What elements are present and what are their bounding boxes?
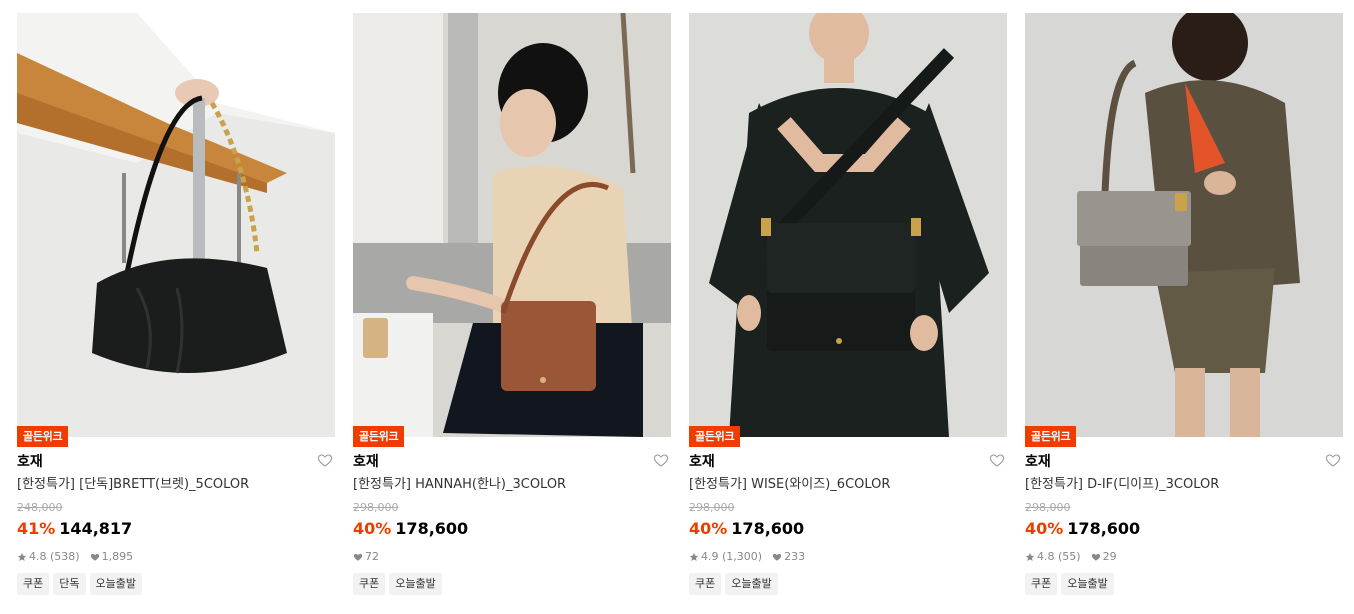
brand-name[interactable]: 호재: [353, 454, 379, 470]
event-badge: 골든위크: [353, 426, 405, 447]
product-image-link[interactable]: [353, 13, 671, 437]
brand-row: 호재: [1025, 451, 1343, 471]
original-price: 298,000: [689, 501, 735, 514]
brand-name[interactable]: 호재: [1025, 454, 1051, 470]
product-card[interactable]: 골든위크 호재 [한정특가] [단독]BRETT(브렛)_5COLOR 248,…: [17, 13, 335, 595]
sale-price: 178,600: [731, 519, 805, 538]
review-meta: 4.8 (538) 1,895: [17, 549, 143, 565]
brand-name[interactable]: 호재: [689, 454, 715, 470]
price-row: 40% 178,600: [1025, 517, 1140, 541]
event-badge: 골든위크: [1025, 426, 1077, 447]
product-card[interactable]: 골든위크 호재 [한정특가] D-IF(디이프)_3COLOR 298,000 …: [1025, 13, 1343, 595]
tag-list: 쿠폰 오늘출발: [689, 573, 778, 595]
tag-list: 쿠폰 오늘출발: [353, 573, 442, 595]
heart-outline-icon[interactable]: [989, 452, 1005, 468]
like-count: 233: [784, 550, 806, 563]
product-card[interactable]: 골든위크 호재 [한정특가] HANNAH(한나)_3COLOR 298,000…: [353, 13, 671, 595]
product-name[interactable]: [한정특가] [단독]BRETT(브렛)_5COLOR: [17, 476, 335, 494]
product-image-link[interactable]: [17, 13, 335, 437]
product-name[interactable]: [한정특가] D-IF(디이프)_3COLOR: [1025, 476, 1343, 494]
review-count: (538): [50, 550, 80, 563]
original-price: 248,000: [17, 501, 63, 514]
product-image: [1025, 13, 1343, 437]
star-icon: [689, 552, 699, 561]
star-icon: [1025, 552, 1035, 561]
price-row: 40% 178,600: [353, 517, 468, 541]
rating-value: 4.8: [1037, 550, 1055, 563]
product-image: [17, 13, 335, 437]
star-icon: [17, 552, 27, 561]
tag-list: 쿠폰 단독 오늘출발: [17, 573, 142, 595]
discount-rate: 40%: [689, 519, 728, 538]
tag-exclusive: 단독: [53, 573, 86, 595]
tag-today-ship: 오늘출발: [389, 573, 442, 595]
like-count: 29: [1102, 550, 1117, 563]
heart-filled-icon: [90, 553, 99, 561]
product-grid: 골든위크 호재 [한정특가] [단독]BRETT(브렛)_5COLOR 248,…: [0, 0, 1354, 614]
heart-outline-icon[interactable]: [317, 452, 333, 468]
rating-value: 4.8: [29, 550, 47, 563]
like-count: 1,895: [101, 550, 134, 563]
discount-rate: 41%: [17, 519, 56, 538]
event-badge: 골든위크: [689, 426, 741, 447]
original-price: 298,000: [1025, 501, 1071, 514]
brand-row: 호재: [689, 451, 1007, 471]
event-badge: 골든위크: [17, 426, 69, 447]
tag-coupon: 쿠폰: [1025, 573, 1058, 595]
tag-coupon: 쿠폰: [689, 573, 722, 595]
price-row: 40% 178,600: [689, 517, 804, 541]
review-meta: 72: [353, 549, 389, 565]
brand-row: 호재: [17, 451, 335, 471]
discount-rate: 40%: [353, 519, 392, 538]
product-card[interactable]: 골든위크 호재 [한정특가] WISE(와이즈)_6COLOR 298,000 …: [689, 13, 1007, 595]
sale-price: 178,600: [1067, 519, 1141, 538]
review-meta: 4.8 (55) 29: [1025, 549, 1127, 565]
heart-filled-icon: [772, 553, 782, 561]
product-image: [689, 13, 1007, 437]
brand-name[interactable]: 호재: [17, 454, 43, 470]
review-count: (1,300): [722, 550, 763, 563]
sale-price: 178,600: [395, 519, 469, 538]
like-count: 72: [365, 550, 379, 563]
original-price: 298,000: [353, 501, 399, 514]
tag-coupon: 쿠폰: [17, 573, 50, 595]
product-image-link[interactable]: [1025, 13, 1343, 437]
product-image: [353, 13, 671, 437]
tag-today-ship: 오늘출발: [89, 573, 142, 595]
product-image-link[interactable]: [689, 13, 1007, 437]
tag-today-ship: 오늘출발: [725, 573, 778, 595]
heart-outline-icon[interactable]: [653, 452, 669, 468]
review-count: (55): [1058, 550, 1081, 563]
heart-filled-icon: [1091, 553, 1100, 561]
review-meta: 4.9 (1,300) 233: [689, 549, 815, 565]
rating-value: 4.9: [701, 550, 719, 563]
discount-rate: 40%: [1025, 519, 1064, 538]
heart-filled-icon: [353, 553, 363, 561]
price-row: 41% 144,817: [17, 517, 132, 541]
brand-row: 호재: [353, 451, 671, 471]
tag-list: 쿠폰 오늘출발: [1025, 573, 1114, 595]
tag-coupon: 쿠폰: [353, 573, 386, 595]
product-name[interactable]: [한정특가] HANNAH(한나)_3COLOR: [353, 476, 671, 494]
product-name[interactable]: [한정특가] WISE(와이즈)_6COLOR: [689, 476, 1007, 494]
tag-today-ship: 오늘출발: [1061, 573, 1114, 595]
sale-price: 144,817: [59, 519, 133, 538]
heart-outline-icon[interactable]: [1325, 452, 1341, 468]
